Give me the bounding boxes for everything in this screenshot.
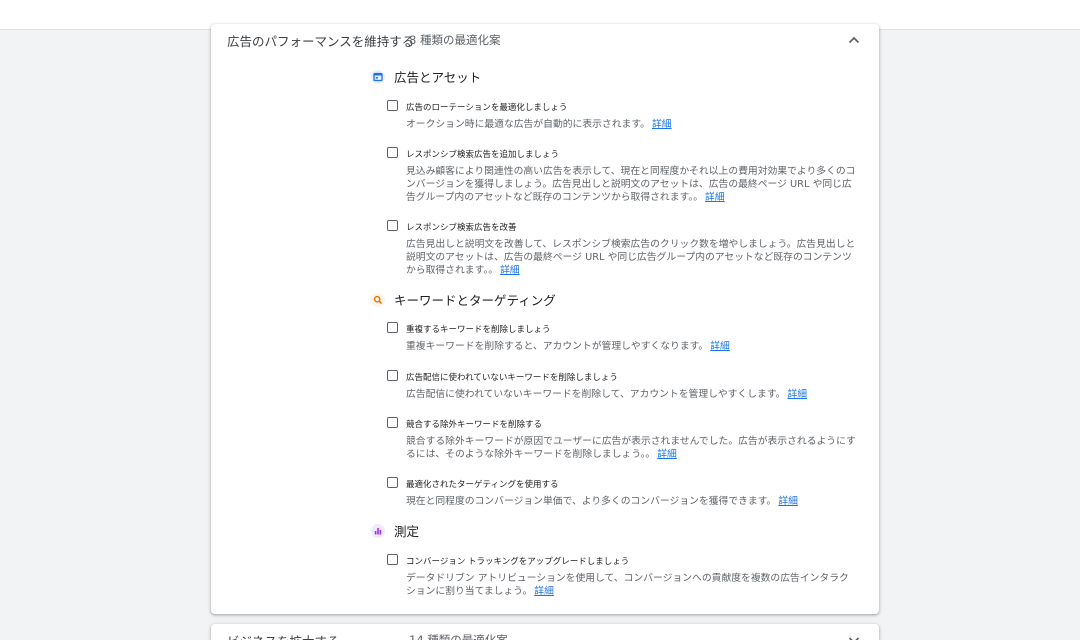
recommendation-checkbox[interactable] — [387, 477, 398, 488]
recommendation-description: データドリブン アトリビューションを使用して、コンバージョンへの貢献度を複数の広… — [406, 573, 849, 597]
details-link[interactable]: 詳細 — [710, 341, 730, 352]
recommendation-checkbox[interactable] — [387, 554, 398, 565]
ad-assets-icon — [371, 69, 385, 84]
section-title: 広告のパフォーマンスを維持する — [227, 33, 415, 49]
recommendation-title: 重複するキーワードを削除しましょう — [406, 325, 551, 335]
recommendation-title: 競合する除外キーワードを削除する — [406, 420, 543, 430]
recommendation-section-grow: ビジネスを拡大する 14 種類の最適化案 — [211, 624, 879, 640]
chevron-up-icon[interactable] — [847, 33, 861, 47]
recommendation-description: 現在と同程度のコンバージョン単価で、より多くのコンバージョンを獲得できます。 詳細 — [406, 496, 798, 507]
chevron-down-icon[interactable] — [847, 633, 861, 640]
recommendation-title: 広告配信に使われていないキーワードを削除しましょう — [406, 373, 618, 383]
group-measurement: 測定 — [371, 521, 419, 540]
details-link[interactable]: 詳細 — [657, 449, 677, 460]
details-link[interactable]: 詳細 — [705, 192, 725, 203]
recommendation-section-maintain: 広告のパフォーマンスを維持する 8 種類の最適化案 広告とアセット 広告のローテ… — [211, 24, 879, 614]
recommendation-title: コンバージョン トラッキングをアップグレードしましょう — [406, 557, 630, 567]
recommendation-description: 競合する除外キーワードが原因でユーザーに広告が表示されませんでした。広告が表示さ… — [406, 436, 856, 460]
recommendation-description: 見込み顧客により関連性の高い広告を表示して、現在と同程度かそれ以上の費用対効果で… — [406, 166, 856, 203]
search-icon — [371, 292, 385, 307]
details-link[interactable]: 詳細 — [652, 119, 672, 130]
section-title: ビジネスを拡大する — [227, 631, 409, 640]
group-keywords-targeting: キーワードとターゲティング — [371, 290, 556, 309]
recommendation-checkbox[interactable] — [387, 220, 398, 231]
recommendation-description: オークション時に最適な広告が自動的に表示されます。 詳細 — [406, 119, 672, 130]
recommendation-description: 広告配信に使われていないキーワードを削除して、アカウントを管理しやすくします。詳… — [406, 389, 808, 400]
recommendation-title: レスポンシブ検索広告を改善 — [406, 223, 517, 233]
recommendation-checkbox[interactable] — [387, 370, 398, 381]
group-ads-assets: 広告とアセット — [371, 67, 481, 86]
recommendation-description: 重複キーワードを削除すると、アカウントが管理しやすくなります。 詳細 — [406, 341, 730, 352]
section-count: 8 種類の最適化案 — [409, 33, 501, 47]
details-link[interactable]: 詳細 — [787, 389, 807, 400]
recommendation-title: 最適化されたターゲティングを使用する — [406, 480, 559, 490]
recommendation-title: レスポンシブ検索広告を追加しましょう — [406, 150, 560, 160]
recommendation-checkbox[interactable] — [387, 417, 398, 428]
recommendation-description: 広告見出しと説明文を改善して、レスポンシブ検索広告のクリック数を増やしましょう。… — [406, 239, 856, 276]
details-link[interactable]: 詳細 — [534, 586, 554, 597]
section-header[interactable]: 広告のパフォーマンスを維持する 8 種類の最適化案 — [227, 24, 863, 56]
recommendation-checkbox[interactable] — [387, 147, 398, 158]
section-header[interactable]: ビジネスを拡大する 14 種類の最適化案 — [227, 624, 863, 640]
group-label: キーワードとターゲティング — [394, 293, 556, 308]
details-link[interactable]: 詳細 — [778, 496, 798, 507]
group-label: 広告とアセット — [394, 70, 482, 85]
recommendation-title: 広告のローテーションを最適化しましょう — [406, 103, 568, 113]
bar-chart-icon — [371, 523, 385, 538]
section-count: 14 種類の最適化案 — [409, 633, 508, 640]
details-link[interactable]: 詳細 — [500, 265, 520, 276]
group-label: 測定 — [394, 524, 420, 539]
recommendation-checkbox[interactable] — [387, 100, 398, 111]
recommendation-checkbox[interactable] — [387, 322, 398, 333]
